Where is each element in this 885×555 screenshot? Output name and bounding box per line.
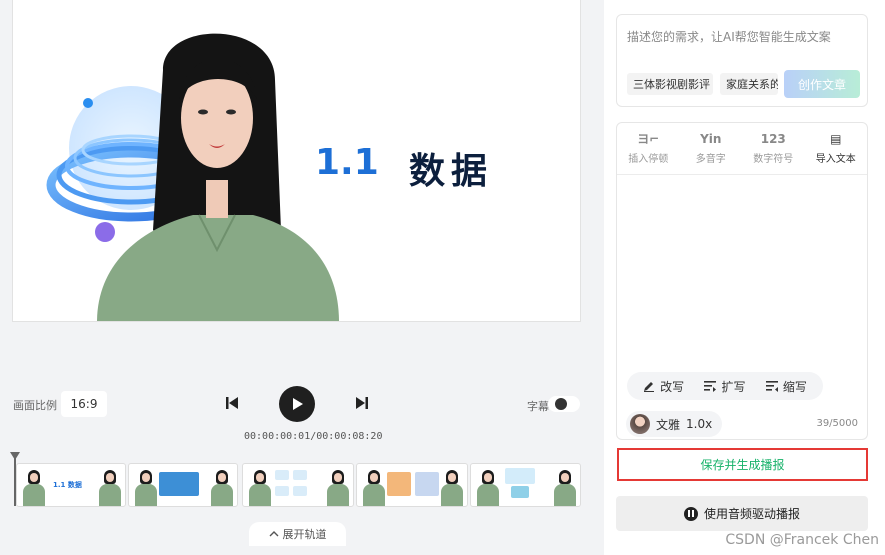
ai-writer-card: 描述您的需求，让AI帮您智能生成文案 三体影视剧影评 家庭关系的 创作文章 (616, 14, 868, 107)
audio-drive-button[interactable]: 使用音频驱动播报 (616, 496, 868, 531)
rewrite-button[interactable]: 改写 (643, 378, 684, 395)
aspect-ratio-select[interactable]: 16:9 (61, 391, 107, 417)
char-count: 39/5000 (816, 418, 858, 429)
script-editor-card: ヨ⌐ 插入停顿 Yin 多音字 123 数字符号 ▤ 导入文本 改写 扩写 缩写… (616, 122, 868, 440)
clip-content-thumb (511, 486, 529, 498)
script-panel: 描述您的需求，让AI帮您智能生成文案 三体影视剧影评 家庭关系的 创作文章 ヨ⌐… (604, 0, 885, 555)
timeline-clip[interactable] (242, 463, 354, 507)
slide-number: 1.1 (315, 142, 379, 183)
clip-presenter-thumb (361, 468, 387, 506)
subtitle-label: 字幕 (527, 400, 549, 413)
insert-pause-icon: ヨ⌐ (637, 132, 660, 146)
suggestion-chip[interactable]: 家庭关系的 (720, 73, 778, 95)
clip-presenter-thumb (325, 468, 351, 506)
shorten-button[interactable]: 缩写 (765, 378, 807, 395)
timeline-clip[interactable] (128, 463, 238, 507)
clip-presenter-thumb (552, 468, 578, 506)
play-icon (293, 398, 303, 410)
expand-track-label: 展开轨道 (282, 528, 327, 541)
clip-content-thumb (293, 486, 307, 496)
previous-button[interactable] (222, 394, 242, 412)
clip-presenter-thumb (439, 468, 465, 506)
ai-prompt-input[interactable]: 描述您的需求，让AI帮您智能生成文案 (627, 28, 831, 45)
tool-polyphone[interactable]: Yin 多音字 (680, 123, 743, 174)
decor-rings-graphic (46, 33, 339, 321)
timeline-clip[interactable] (470, 463, 581, 507)
clip-content-thumb (159, 472, 199, 496)
voice-speed: 1.0x (686, 417, 713, 431)
skip-forward-icon (356, 397, 368, 409)
polyphone-icon: Yin (700, 132, 722, 146)
import-text-icon: ▤ (830, 132, 842, 146)
shorten-label: 缩写 (782, 379, 807, 394)
clip-content-thumb (387, 472, 411, 496)
shorten-lines-icon (765, 381, 778, 392)
create-article-button[interactable]: 创作文章 (784, 70, 860, 98)
tool-import-text[interactable]: ▤ 导入文本 (805, 123, 868, 174)
rewrite-label: 改写 (660, 379, 685, 394)
play-button[interactable] (279, 386, 315, 422)
video-editor: 1.1 数据 画面比例 16:9 字幕 00:00:00:01/00:00:08… (0, 0, 604, 555)
clip-presenter-thumb (97, 468, 123, 506)
watermark: CSDN @Francek Chen (725, 532, 879, 548)
script-text-area[interactable] (617, 176, 867, 366)
clip-presenter-thumb (133, 468, 159, 506)
expand-track-button[interactable]: 展开轨道 (249, 522, 346, 546)
timeline-clip[interactable]: 1.1 数据 (16, 463, 126, 507)
clip-content-thumb (415, 472, 439, 496)
next-button[interactable] (352, 394, 372, 412)
aspect-ratio-label: 画面比例 (13, 399, 57, 412)
tool-label: 数字符号 (753, 154, 794, 165)
rewrite-toolbar: 改写 扩写 缩写 (627, 372, 823, 400)
clip-presenter-thumb (21, 468, 47, 506)
preview-canvas[interactable]: 1.1 数据 (12, 0, 581, 322)
clip-presenter-thumb (209, 468, 235, 506)
tool-label: 插入停顿 (628, 154, 669, 165)
timeline-track[interactable]: 1.1 数据 (10, 452, 581, 508)
suggestion-chip[interactable]: 三体影视剧影评 (627, 73, 713, 95)
timecode: 00:00:00:01/00:00:08:20 (244, 431, 383, 442)
clip-content-thumb (293, 470, 307, 480)
voice-selector[interactable]: 文雅 1.0x (626, 411, 722, 437)
audio-drive-label: 使用音频驱动播报 (703, 507, 800, 521)
pencil-icon (644, 382, 655, 392)
tool-label: 多音字 (695, 154, 726, 165)
voice-name: 文雅 (656, 417, 681, 432)
tool-number-symbol[interactable]: 123 数字符号 (742, 123, 805, 174)
number-symbol-icon: 123 (760, 132, 786, 146)
clip-content-thumb (275, 486, 289, 496)
save-and-generate-button[interactable]: 保存并生成播报 (617, 448, 868, 481)
skip-back-icon (226, 397, 238, 409)
tool-label: 导入文本 (815, 154, 856, 165)
voice-avatar (630, 414, 650, 434)
tool-insert-pause[interactable]: ヨ⌐ 插入停顿 (617, 123, 680, 174)
clip-presenter-thumb (247, 468, 273, 506)
script-toolbar: ヨ⌐ 插入停顿 Yin 多音字 123 数字符号 ▤ 导入文本 (617, 123, 867, 175)
timeline-clip[interactable] (356, 463, 468, 507)
expand-writing-label: 扩写 (721, 379, 746, 394)
chevron-up-icon (269, 531, 278, 537)
clip-content-thumb (275, 470, 289, 480)
subtitle-toggle[interactable] (548, 396, 580, 412)
clip-presenter-thumb (475, 468, 501, 506)
clip-content-thumb (505, 468, 535, 484)
expand-lines-icon (704, 381, 717, 392)
pause-icon (683, 506, 698, 521)
expand-writing-button[interactable]: 扩写 (704, 378, 746, 395)
clip-title: 1.1 数据 (53, 481, 82, 489)
slide-heading: 数据 (409, 151, 494, 192)
